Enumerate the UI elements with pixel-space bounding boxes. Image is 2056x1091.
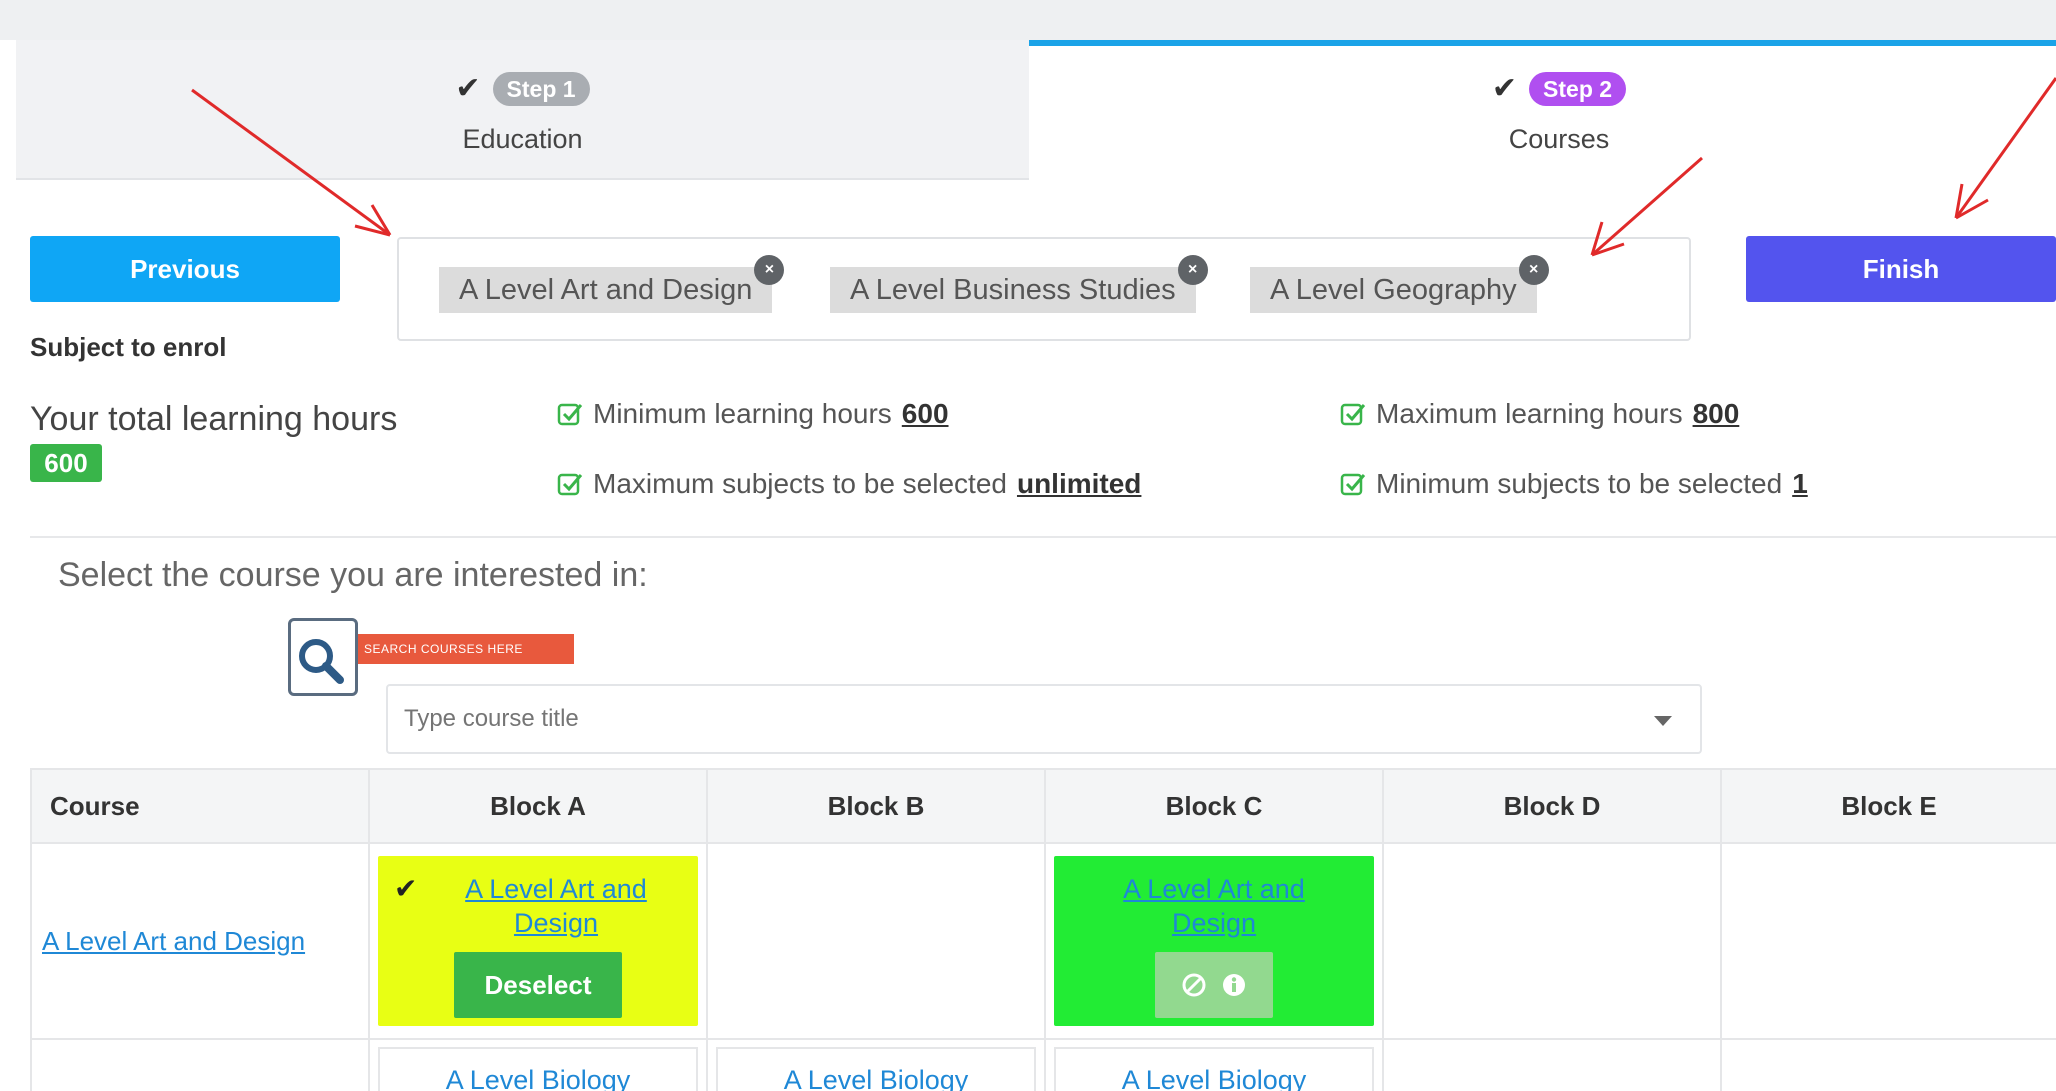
block-cell: A Level Biology [706,1038,1046,1091]
subject-chip-label: A Level Geography [1270,273,1517,306]
selected-subjects-box: A Level Art and Design × A Level Busines… [397,237,1691,341]
select-course-heading: Select the course you are interested in: [58,556,648,594]
chevron-down-icon[interactable] [1654,716,1672,726]
total-hours-badge: 600 [30,444,102,482]
course-search-select[interactable] [386,684,1702,754]
course-card: A Level Biology [378,1047,698,1091]
step2-progress-bar [1029,40,2056,46]
card-course-link[interactable]: A Level Biology [1056,1063,1372,1091]
rule-text: Minimum learning hours [593,398,892,429]
column-header: Block A [368,768,708,844]
rule-max-subjects: Maximum subjects to be selected unlimite… [557,468,1141,500]
total-hours-label: Your total learning hours [30,400,398,438]
course-card: A Level Biology [716,1047,1036,1091]
block-cell: A Level Biology [368,1038,708,1091]
subject-chip-label: A Level Art and Design [459,273,753,306]
column-header: Course [30,768,370,844]
column-header: Block C [1044,768,1384,844]
top-strip [0,0,2056,40]
subject-chip: A Level Geography × [1250,255,1549,313]
step-badge: Step 2 [1529,72,1627,106]
card-course-link[interactable]: A Level Art and Design [1054,872,1374,940]
rule-value: unlimited [1016,468,1142,499]
column-header: Block E [1720,768,2056,844]
rule-value: 600 [901,398,949,429]
available-course-card: A Level Art and Design [1054,856,1374,1026]
course-card: A Level Biology [1054,1047,1374,1091]
rule-min-subjects: Minimum subjects to be selected 1 [1340,468,1808,500]
checkbox-checked-icon [1340,403,1366,426]
divider [30,536,2056,538]
block-cell [706,842,1046,1040]
step-education[interactable]: ✔ Step 1 Education [16,72,1029,155]
block-cell: ✔ A Level Art and Design Deselect [368,842,708,1040]
previous-button[interactable]: Previous [30,236,340,302]
subject-chip: A Level Business Studies × [830,255,1208,313]
selected-course-card: ✔ A Level Art and Design Deselect [378,856,698,1026]
card-course-link[interactable]: A Level Art and Design [378,872,698,940]
table-row: A Level Art and Design ✔ A Level Art and… [30,842,2056,1040]
block-cell [1382,1038,1722,1091]
close-icon[interactable]: × [1518,255,1549,285]
close-icon[interactable]: × [1177,255,1208,285]
info-icon[interactable] [1221,972,1247,998]
subject-to-enrol-label: Subject to enrol [30,332,227,362]
column-header: Block B [706,768,1046,844]
unavailable-actions [1155,952,1273,1018]
column-header: Block D [1382,768,1722,844]
block-cell [1720,842,2056,1040]
subject-chip: A Level Art and Design × [439,255,785,313]
check-icon: ✔ [455,72,481,105]
course-cell: A Level Art and Design [30,842,370,1040]
block-cell [1382,842,1722,1040]
block-cell: A Level Art and Design [1044,842,1384,1040]
rule-text: Maximum subjects to be selected [593,468,1007,499]
card-course-link[interactable]: A Level Biology [718,1063,1034,1091]
check-icon: ✔ [394,873,418,904]
ban-icon [1182,973,1206,997]
rule-max-hours: Maximum learning hours 800 [1340,398,1739,430]
checkbox-checked-icon [1340,473,1366,496]
step-label: Education [462,124,583,154]
card-course-link[interactable]: A Level Biology [380,1063,696,1091]
checkbox-checked-icon [557,403,583,426]
step-courses[interactable]: ✔ Step 2 Courses [1029,72,2056,155]
block-cell: A Level Biology [1044,1038,1384,1091]
table-row: A Level Biology A Level Biology A Level … [30,1038,2056,1091]
check-icon: ✔ [1491,72,1518,105]
close-icon[interactable]: × [754,255,785,285]
course-block-table: Course Block A Block B Block C Block D B… [30,768,2056,1091]
block-cell [1720,1038,2056,1091]
rule-value: 800 [1692,398,1740,429]
subject-chip-label: A Level Business Studies [850,273,1176,306]
rule-text: Minimum subjects to be selected [1376,468,1783,499]
rule-min-hours: Minimum learning hours 600 [557,398,949,430]
rule-value: 1 [1792,468,1808,499]
finish-button[interactable]: Finish [1746,236,2056,302]
course-search-input[interactable] [404,705,1604,733]
step-label: Courses [1508,124,1610,154]
checkbox-checked-icon [557,473,583,496]
course-link[interactable]: A Level Art and Design [32,926,305,956]
search-icon [299,639,344,684]
step-badge: Step 1 [492,72,590,106]
course-cell [30,1038,370,1091]
rule-text: Maximum learning hours [1376,398,1683,429]
deselect-button[interactable]: Deselect [454,952,622,1018]
